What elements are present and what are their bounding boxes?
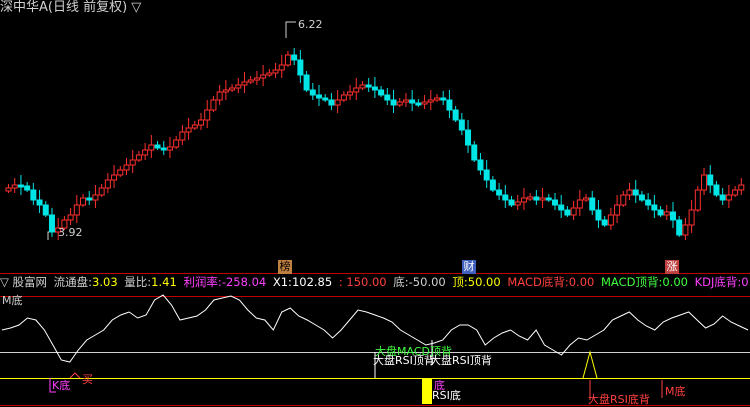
rsi-top-back-label-2: 大盘RSI顶背 [430, 354, 492, 367]
rsi-top-back-label: 大盘RSI顶背 [373, 354, 435, 367]
m-bottom-label-top: M底 [2, 294, 23, 307]
m-bottom-label: M底 [665, 385, 686, 398]
rsi-bottom-back-label: 大盘RSI底背 [588, 393, 650, 406]
buy-label: 买 [82, 373, 93, 386]
bottom-label: 底 [434, 379, 445, 392]
k-bottom-label: K底 [52, 379, 71, 392]
